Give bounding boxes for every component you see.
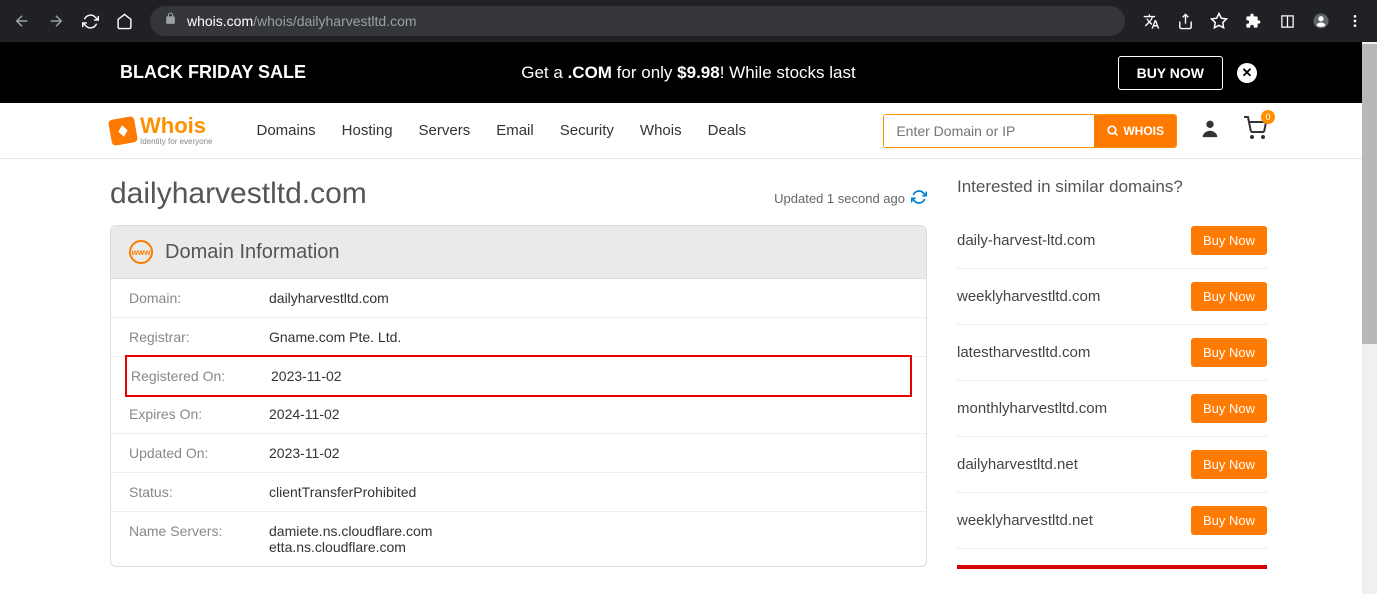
logo-text: Whois: [140, 115, 212, 137]
info-label: Updated On:: [129, 445, 269, 461]
nav-links: Domains Hosting Servers Email Security W…: [256, 122, 745, 139]
similar-domain-row: monthlyharvestltd.com Buy Now: [957, 381, 1267, 437]
info-row: Domain:dailyharvestltd.com: [111, 279, 926, 318]
share-icon[interactable]: [1171, 7, 1199, 35]
promo-text: Get a .COM for only $9.98! While stocks …: [521, 63, 856, 83]
similar-domain-name: weeklyharvestltd.net: [957, 512, 1093, 529]
similar-domain-name: latestharvestltd.com: [957, 344, 1090, 361]
menu-icon[interactable]: [1341, 7, 1369, 35]
forward-button[interactable]: [42, 7, 70, 35]
buy-now-button[interactable]: Buy Now: [1191, 450, 1267, 479]
logo[interactable]: Whois Identity for everyone: [110, 115, 212, 146]
search-input[interactable]: [884, 115, 1094, 147]
url-text: whois.com/whois/dailyharvestltd.com: [187, 13, 417, 29]
card-header: www Domain Information: [111, 226, 926, 279]
buy-now-button[interactable]: Buy Now: [1191, 226, 1267, 255]
profile-icon[interactable]: [1307, 7, 1335, 35]
info-label: Registered On:: [131, 368, 271, 384]
nav-email[interactable]: Email: [496, 122, 534, 139]
buy-now-button[interactable]: Buy Now: [1191, 394, 1267, 423]
info-label: Expires On:: [129, 406, 269, 422]
buy-now-button[interactable]: Buy Now: [1191, 338, 1267, 367]
buy-now-button[interactable]: Buy Now: [1191, 282, 1267, 311]
info-label: Status:: [129, 484, 269, 500]
red-bar: [957, 565, 1267, 569]
info-label: Registrar:: [129, 329, 269, 345]
home-button[interactable]: [110, 7, 138, 35]
nav-deals[interactable]: Deals: [708, 122, 746, 139]
info-row: Updated On:2023-11-02: [111, 434, 926, 473]
translate-icon[interactable]: [1137, 7, 1165, 35]
sidebar-title: Interested in similar domains?: [957, 177, 1267, 197]
info-row: Registrar:Gname.com Pte. Ltd.: [111, 318, 926, 357]
info-row: Registered On:2023-11-02: [125, 355, 912, 397]
updated-text: Updated 1 second ago: [774, 191, 905, 206]
info-row: Name Servers:damiete.ns.cloudflare.com e…: [111, 512, 926, 566]
info-value: 2023-11-02: [269, 445, 340, 461]
nav-domains[interactable]: Domains: [256, 122, 315, 139]
extensions-icon[interactable]: [1239, 7, 1267, 35]
info-value: 2024-11-02: [269, 406, 340, 422]
search-form: WHOIS: [883, 114, 1177, 148]
nav-whois[interactable]: Whois: [640, 122, 682, 139]
similar-domain-name: daily-harvest-ltd.com: [957, 232, 1095, 249]
info-row: Status:clientTransferProhibited: [111, 473, 926, 512]
account-icon[interactable]: [1199, 117, 1221, 144]
similar-domain-row: dailyharvestltd.net Buy Now: [957, 437, 1267, 493]
cart-icon[interactable]: 0: [1243, 116, 1267, 145]
scrollbar[interactable]: [1362, 42, 1377, 594]
back-button[interactable]: [8, 7, 36, 35]
cart-badge: 0: [1261, 110, 1275, 124]
promo-title: BLACK FRIDAY SALE: [120, 62, 306, 83]
info-row: Expires On:2024-11-02: [111, 395, 926, 434]
www-icon: www: [129, 240, 153, 264]
nav-servers[interactable]: Servers: [419, 122, 471, 139]
logo-subtitle: Identity for everyone: [140, 137, 212, 146]
nav-hosting[interactable]: Hosting: [342, 122, 393, 139]
buy-now-button[interactable]: Buy Now: [1191, 506, 1267, 535]
info-value: 2023-11-02: [271, 368, 342, 384]
address-bar[interactable]: whois.com/whois/dailyharvestltd.com: [150, 6, 1125, 36]
nav-security[interactable]: Security: [560, 122, 614, 139]
reload-button[interactable]: [76, 7, 104, 35]
updated-info: Updated 1 second ago: [774, 189, 927, 208]
logo-icon: [108, 115, 138, 145]
similar-domain-row: weeklyharvestltd.net Buy Now: [957, 493, 1267, 549]
page-title: dailyharvestltd.com: [110, 177, 367, 211]
similar-domain-row: weeklyharvestltd.com Buy Now: [957, 269, 1267, 325]
info-value: clientTransferProhibited: [269, 484, 416, 500]
search-icon: [1106, 124, 1119, 137]
domain-info-card: www Domain Information Domain:dailyharve…: [110, 225, 927, 567]
promo-buy-button[interactable]: BUY NOW: [1118, 56, 1223, 90]
search-button[interactable]: WHOIS: [1094, 115, 1176, 147]
info-value: dailyharvestltd.com: [269, 290, 389, 306]
bookmark-icon[interactable]: [1205, 7, 1233, 35]
promo-banner: BLACK FRIDAY SALE Get a .COM for only $9…: [0, 42, 1377, 103]
similar-domain-name: monthlyharvestltd.com: [957, 400, 1107, 417]
card-title: Domain Information: [165, 241, 340, 264]
similar-domain-name: dailyharvestltd.net: [957, 456, 1078, 473]
browser-toolbar: whois.com/whois/dailyharvestltd.com: [0, 0, 1377, 42]
info-label: Domain:: [129, 290, 269, 306]
info-label: Name Servers:: [129, 523, 269, 555]
site-header: Whois Identity for everyone Domains Host…: [0, 103, 1377, 159]
lock-icon: [164, 12, 177, 30]
scrollbar-thumb[interactable]: [1362, 44, 1377, 344]
info-value: damiete.ns.cloudflare.com etta.ns.cloudf…: [269, 523, 432, 555]
similar-domain-row: daily-harvest-ltd.com Buy Now: [957, 213, 1267, 269]
similar-domain-row: latestharvestltd.com Buy Now: [957, 325, 1267, 381]
window-icon[interactable]: [1273, 7, 1301, 35]
info-value: Gname.com Pte. Ltd.: [269, 329, 401, 345]
promo-close-button[interactable]: ✕: [1237, 63, 1257, 83]
refresh-icon[interactable]: [911, 189, 927, 208]
similar-domain-name: weeklyharvestltd.com: [957, 288, 1100, 305]
